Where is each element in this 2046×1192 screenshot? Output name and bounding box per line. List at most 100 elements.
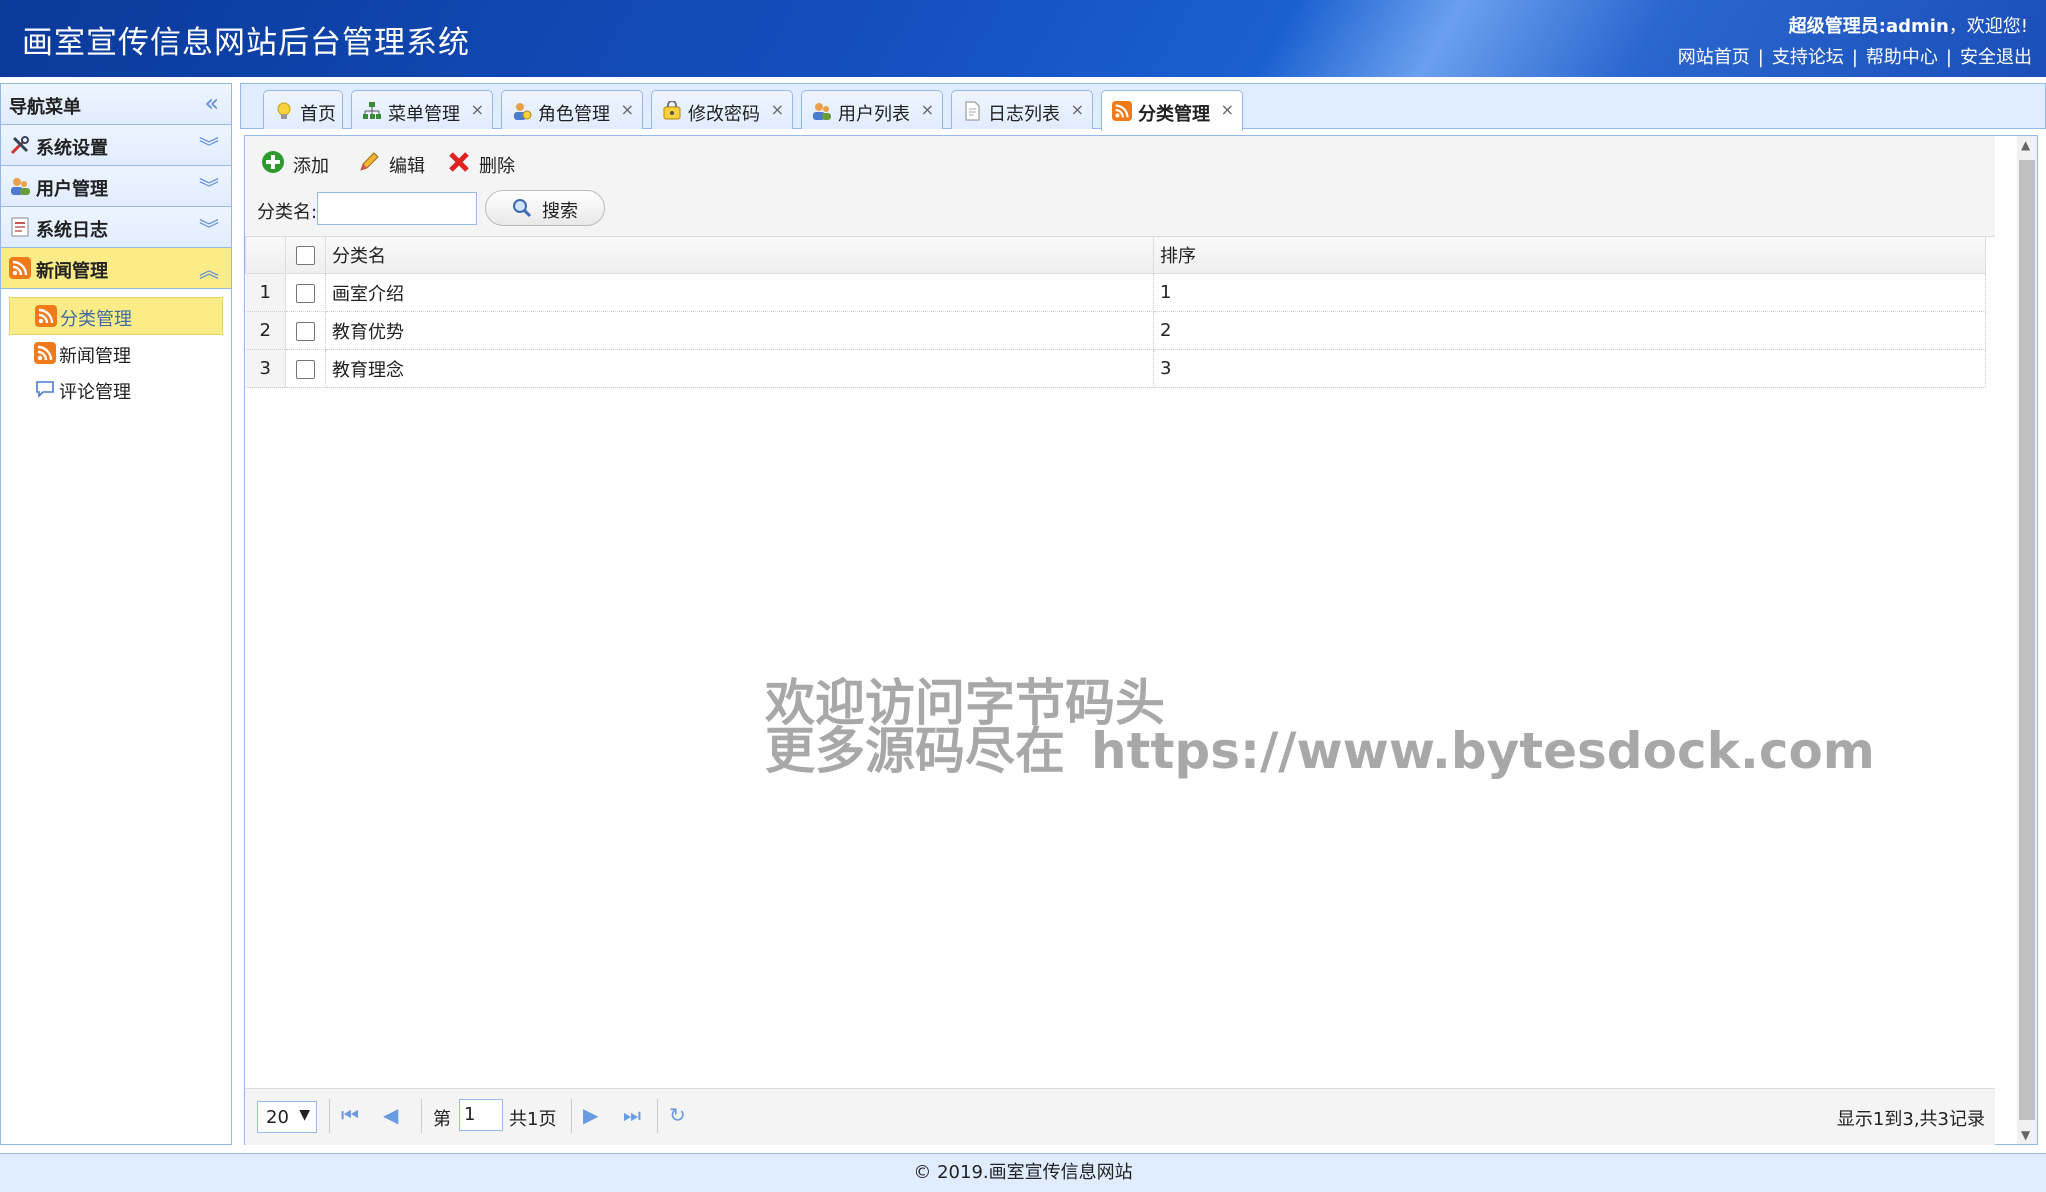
tab-content: 添加 编辑 删除 分类名: 搜索 分类名 排序 1 画室介绍 1 2 教育优势 … bbox=[244, 135, 2038, 1145]
welcome-message: 超级管理员:admin，欢迎您! bbox=[1789, 12, 2028, 38]
collapse-sidebar-icon[interactable]: « bbox=[204, 89, 219, 117]
pager-divider bbox=[657, 1099, 658, 1133]
page-total: 共1页 bbox=[509, 1109, 557, 1130]
pager-divider bbox=[571, 1099, 572, 1133]
users-icon bbox=[813, 103, 831, 120]
sidebar-panel-news-management[interactable]: 新闻管理 ︽ bbox=[1, 248, 231, 289]
sidebar-panel-label: 用户管理 bbox=[36, 179, 108, 200]
pagination-bar: 20 ▼ ⏮ ◀ 第 1 共1页 ▶ ⏭ ↻ 显示1到3,共3记录 bbox=[245, 1088, 1995, 1145]
footer: © 2019.画室宣传信息网站 bbox=[0, 1153, 2046, 1192]
chevron-down-icon[interactable]: ︾ bbox=[199, 172, 219, 201]
sidebar-header: 导航菜单 « bbox=[1, 84, 231, 125]
row-checkbox[interactable] bbox=[296, 321, 315, 341]
close-icon[interactable]: × bbox=[1221, 100, 1234, 119]
chevron-down-icon: ▼ bbox=[299, 1107, 310, 1123]
tab-menu-management[interactable]: 菜单管理 × bbox=[351, 90, 493, 129]
table-row[interactable]: 1 画室介绍 1 bbox=[245, 273, 1986, 312]
tab-label: 首页 bbox=[300, 104, 336, 125]
page-size-value: 20 bbox=[266, 1107, 289, 1128]
tab-home[interactable]: 首页 bbox=[263, 90, 343, 129]
edit-button[interactable]: 编辑 bbox=[357, 148, 437, 178]
logout-link[interactable]: 安全退出 bbox=[1960, 47, 2032, 68]
row-select-cell bbox=[285, 311, 326, 350]
close-icon[interactable]: × bbox=[921, 100, 934, 119]
vertical-scrollbar[interactable]: ▲ ▼ bbox=[2017, 136, 2037, 1144]
chevron-down-icon[interactable]: ︾ bbox=[199, 131, 219, 160]
close-icon[interactable]: × bbox=[1071, 100, 1084, 119]
sidebar-item-category-management[interactable]: 分类管理 bbox=[9, 297, 223, 335]
tab-role-management[interactable]: 角色管理 × bbox=[501, 90, 643, 129]
page-number-input[interactable]: 1 bbox=[459, 1099, 503, 1131]
sidebar-panel-system-log[interactable]: 系统日志 ︾ bbox=[1, 207, 231, 248]
close-icon[interactable]: × bbox=[771, 100, 784, 119]
column-header-order[interactable]: 排序 bbox=[1153, 236, 1986, 274]
site-home-link[interactable]: 网站首页 bbox=[1678, 47, 1750, 68]
select-all-checkbox[interactable] bbox=[296, 246, 315, 265]
watermark-url: https://www.bytesdock.com bbox=[1091, 722, 1875, 780]
order-cell: 2 bbox=[1153, 311, 1986, 350]
row-number: 2 bbox=[245, 311, 286, 350]
sidebar: 导航菜单 « 系统设置 ︾ 用户管理 ︾ 系统日志 ︾ 新闻管理 ︽ 分类管理 … bbox=[0, 83, 232, 1145]
help-center-link[interactable]: 帮助中心 bbox=[1866, 47, 1938, 68]
first-page-icon[interactable]: ⏮ bbox=[341, 1103, 363, 1129]
tab-user-list[interactable]: 用户列表 × bbox=[801, 90, 943, 129]
row-select-cell bbox=[285, 349, 326, 388]
tab-change-password[interactable]: 修改密码 × bbox=[651, 90, 793, 129]
chevron-up-icon[interactable]: ︽ bbox=[199, 254, 219, 283]
tab-bar: 首页 菜单管理 × 角色管理 × 修改密码 × 用户列表 × 日志列表 × 分类… bbox=[240, 83, 2046, 131]
column-header-category-name[interactable]: 分类名 bbox=[325, 236, 1154, 274]
row-checkbox[interactable] bbox=[296, 283, 315, 303]
sidebar-panel-label: 新闻管理 bbox=[36, 261, 108, 282]
tab-log-list[interactable]: 日志列表 × bbox=[951, 90, 1093, 129]
scrollbar-thumb[interactable] bbox=[2019, 160, 2035, 1120]
link-separator: | bbox=[1851, 47, 1858, 68]
scroll-up-icon[interactable]: ▲ bbox=[2021, 138, 2030, 152]
sidebar-panel-label: 系统日志 bbox=[36, 220, 108, 241]
watermark-line-2-text: 更多源码尽在 bbox=[765, 722, 1065, 780]
sidebar-item-label: 评论管理 bbox=[59, 382, 131, 403]
category-name-cell: 教育理念 bbox=[325, 349, 1154, 388]
chevron-down-icon[interactable]: ︾ bbox=[199, 213, 219, 242]
watermark-line-1: 欢迎访问字节码头 bbox=[765, 674, 1165, 732]
scroll-down-icon[interactable]: ▼ bbox=[2021, 1128, 2030, 1142]
tab-label: 日志列表 bbox=[988, 104, 1060, 125]
refresh-icon[interactable]: ↻ bbox=[669, 1103, 691, 1129]
tab-label: 修改密码 bbox=[688, 104, 760, 125]
watermark-line-2: 更多源码尽在 https://www.bytesdock.com bbox=[765, 726, 1875, 776]
delete-button[interactable]: 删除 bbox=[447, 148, 527, 178]
page-prefix: 第 bbox=[433, 1109, 451, 1130]
table-row[interactable]: 2 教育优势 2 bbox=[245, 311, 1986, 350]
category-search-input[interactable] bbox=[317, 192, 477, 225]
page-size-select[interactable]: 20 ▼ bbox=[257, 1101, 317, 1133]
app-header: 画室宣传信息网站后台管理系统 超级管理员:admin，欢迎您! 网站首页 | 支持论… bbox=[0, 0, 2046, 77]
search-icon bbox=[513, 199, 532, 218]
add-button[interactable]: 添加 bbox=[261, 148, 341, 178]
pager-info: 显示1到3,共3记录 bbox=[1836, 1109, 1985, 1130]
sidebar-item-label: 新闻管理 bbox=[59, 346, 131, 367]
sidebar-panel-label: 系统设置 bbox=[36, 138, 108, 159]
close-icon[interactable]: × bbox=[621, 100, 634, 119]
tab-label: 分类管理 bbox=[1138, 104, 1210, 125]
copyright-text: © 2019.画室宣传信息网站 bbox=[913, 1162, 1133, 1183]
delete-icon bbox=[449, 152, 469, 172]
search-button[interactable]: 搜索 bbox=[485, 190, 605, 226]
tab-label: 用户列表 bbox=[838, 104, 910, 125]
close-icon[interactable]: × bbox=[471, 100, 484, 119]
sidebar-item-news-management[interactable]: 新闻管理 bbox=[9, 335, 223, 371]
rss-icon bbox=[9, 257, 31, 279]
tab-label: 菜单管理 bbox=[388, 104, 460, 125]
sidebar-item-comment-management[interactable]: 评论管理 bbox=[9, 371, 223, 407]
rss-icon bbox=[34, 342, 56, 364]
sidebar-item-label: 分类管理 bbox=[60, 309, 132, 330]
sidebar-panel-user-management[interactable]: 用户管理 ︾ bbox=[1, 166, 231, 207]
sidebar-panel-system-settings[interactable]: 系统设置 ︾ bbox=[1, 125, 231, 166]
row-checkbox[interactable] bbox=[296, 359, 315, 379]
tools-icon bbox=[10, 136, 29, 155]
last-page-icon[interactable]: ⏭ bbox=[623, 1103, 645, 1129]
prev-page-icon[interactable]: ◀ bbox=[383, 1103, 405, 1129]
pager-divider bbox=[329, 1099, 330, 1133]
next-page-icon[interactable]: ▶ bbox=[583, 1103, 605, 1129]
tab-category-management[interactable]: 分类管理 × bbox=[1101, 90, 1243, 131]
support-forum-link[interactable]: 支持论坛 bbox=[1772, 47, 1844, 68]
table-row[interactable]: 3 教育理念 3 bbox=[245, 349, 1986, 388]
